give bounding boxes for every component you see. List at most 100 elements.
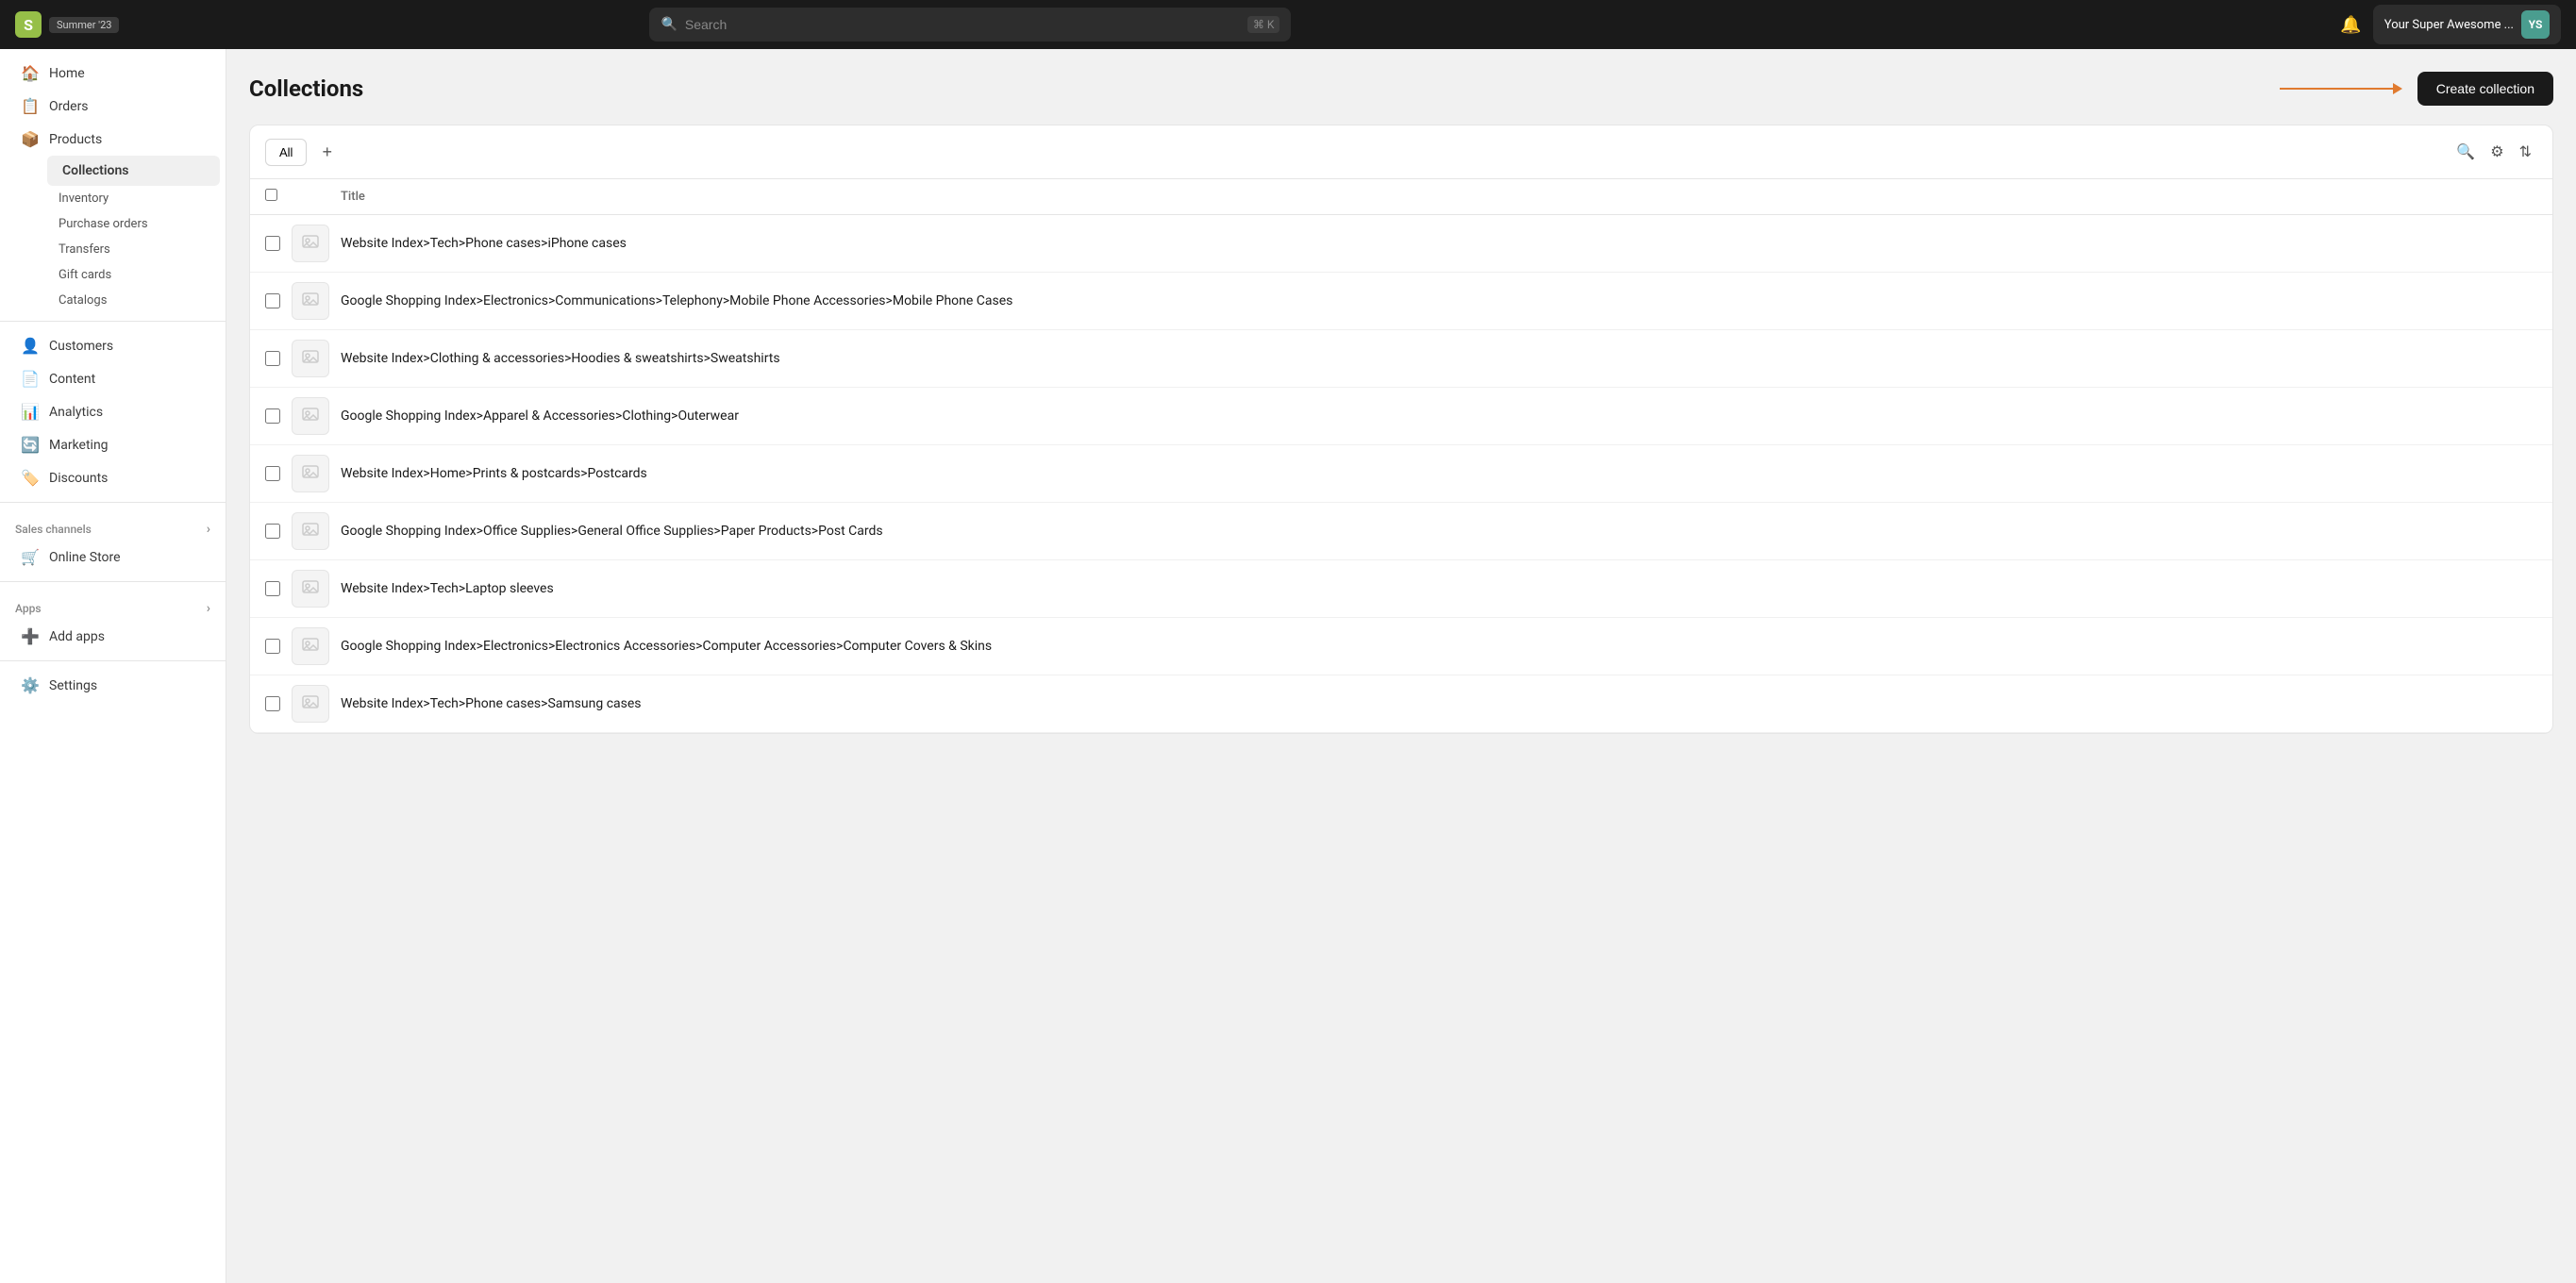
row-thumbnail — [292, 685, 329, 723]
row-checkbox-4[interactable] — [265, 408, 280, 424]
sidebar: 🏠 Home 📋 Orders 📦 Products Collections I… — [0, 49, 226, 1283]
row-title: Website Index>Tech>Phone cases>Samsung c… — [341, 696, 642, 711]
sidebar-item-customers[interactable]: 👤 Customers — [6, 329, 220, 362]
row-check-cell[interactable] — [265, 581, 292, 596]
filter-button[interactable]: ⚙ — [2484, 137, 2509, 167]
sidebar-item-label: Discounts — [49, 471, 108, 486]
row-check-cell[interactable] — [265, 351, 292, 366]
apps-section: Apps › — [0, 590, 226, 620]
sidebar-item-online-store[interactable]: 🛒 Online Store — [6, 541, 220, 574]
table-row[interactable]: Website Index>Tech>Phone cases>Samsung c… — [250, 675, 2552, 733]
table-row[interactable]: Google Shopping Index>Electronics>Commun… — [250, 273, 2552, 330]
shopify-logo-icon: S — [15, 11, 42, 38]
sidebar-item-catalogs[interactable]: Catalogs — [47, 288, 220, 313]
analytics-icon: 📊 — [21, 403, 40, 421]
search-filter-icon: 🔍 — [2456, 144, 2475, 160]
store-name: Your Super Awesome ... — [2384, 18, 2514, 32]
tab-add-button[interactable]: + — [314, 142, 340, 162]
store-selector[interactable]: Your Super Awesome ... YS — [2373, 5, 2561, 44]
divider-2 — [0, 502, 226, 503]
row-check-cell[interactable] — [265, 524, 292, 539]
table-row[interactable]: Google Shopping Index>Electronics>Electr… — [250, 618, 2552, 675]
shopify-logo: S Summer '23 — [15, 11, 119, 38]
sidebar-item-add-apps[interactable]: ➕ Add apps — [6, 620, 220, 653]
summer-badge: Summer '23 — [49, 17, 119, 33]
row-check-cell[interactable] — [265, 293, 292, 308]
collections-submenu-label: Collections — [62, 163, 128, 178]
expand-icon[interactable]: › — [207, 522, 210, 537]
table-row[interactable]: Google Shopping Index>Office Supplies>Ge… — [250, 503, 2552, 560]
row-title: Google Shopping Index>Electronics>Commun… — [341, 293, 1012, 308]
sidebar-item-transfers[interactable]: Transfers — [47, 237, 220, 262]
select-all-checkbox[interactable] — [265, 189, 277, 201]
row-checkbox-7[interactable] — [265, 581, 280, 596]
search-shortcut: ⌘ K — [1247, 16, 1280, 33]
add-apps-icon: ➕ — [21, 627, 40, 645]
row-checkbox-1[interactable] — [265, 236, 280, 251]
table-row[interactable]: Website Index>Tech>Laptop sleeves — [250, 560, 2552, 618]
sidebar-item-content[interactable]: 📄 Content — [6, 362, 220, 395]
row-checkbox-5[interactable] — [265, 466, 280, 481]
row-check-cell[interactable] — [265, 696, 292, 711]
table-header: Title — [250, 179, 2552, 215]
row-checkbox-2[interactable] — [265, 293, 280, 308]
search-filter-button[interactable]: 🔍 — [2451, 137, 2481, 167]
row-title: Google Shopping Index>Apparel & Accessor… — [341, 408, 739, 424]
home-icon: 🏠 — [21, 64, 40, 82]
sidebar-item-settings[interactable]: ⚙️ Settings — [6, 669, 220, 702]
table-row[interactable]: Website Index>Clothing & accessories>Hoo… — [250, 330, 2552, 388]
sidebar-item-label: Customers — [49, 339, 113, 354]
topbar: S Summer '23 🔍 ⌘ K 🔔 Your Super Awesome … — [0, 0, 2576, 49]
sort-icon: ⇅ — [2519, 144, 2532, 160]
search-icon: 🔍 — [661, 17, 677, 32]
bell-icon[interactable]: 🔔 — [2340, 15, 2361, 35]
sales-channels-label: Sales channels — [15, 523, 92, 536]
row-check-cell[interactable] — [265, 408, 292, 424]
row-thumbnail — [292, 455, 329, 492]
divider-4 — [0, 660, 226, 661]
sales-channels-section: Sales channels › — [0, 510, 226, 541]
arrow-head — [2393, 83, 2402, 94]
collections-list: Website Index>Tech>Phone cases>iPhone ca… — [250, 215, 2552, 733]
online-store-icon: 🛒 — [21, 548, 40, 566]
row-checkbox-9[interactable] — [265, 696, 280, 711]
search-input[interactable] — [685, 17, 1240, 32]
sidebar-item-orders[interactable]: 📋 Orders — [6, 90, 220, 123]
table-row[interactable]: Google Shopping Index>Apparel & Accessor… — [250, 388, 2552, 445]
arrow-annotation — [2280, 83, 2402, 94]
sidebar-item-gift-cards[interactable]: Gift cards — [47, 262, 220, 288]
customers-icon: 👤 — [21, 337, 40, 355]
products-icon: 📦 — [21, 130, 40, 148]
divider — [0, 321, 226, 322]
row-thumbnail — [292, 282, 329, 320]
sidebar-item-products[interactable]: 📦 Products — [6, 123, 220, 156]
main-content: Collections Create collection All + 🔍 — [226, 49, 2576, 757]
header-check-cell — [265, 189, 292, 205]
row-check-cell[interactable] — [265, 639, 292, 654]
sidebar-item-collections[interactable]: Collections — [47, 156, 220, 186]
sidebar-item-analytics[interactable]: 📊 Analytics — [6, 395, 220, 428]
arrow-line — [2280, 88, 2393, 90]
row-checkbox-8[interactable] — [265, 639, 280, 654]
row-thumbnail — [292, 225, 329, 262]
sidebar-item-label: Marketing — [49, 438, 109, 453]
sidebar-item-inventory[interactable]: Inventory — [47, 186, 220, 211]
sidebar-item-home[interactable]: 🏠 Home — [6, 57, 220, 90]
create-collection-button[interactable]: Create collection — [2417, 72, 2553, 106]
row-title: Google Shopping Index>Office Supplies>Ge… — [341, 524, 883, 539]
table-row[interactable]: Website Index>Tech>Phone cases>iPhone ca… — [250, 215, 2552, 273]
row-check-cell[interactable] — [265, 466, 292, 481]
sidebar-item-purchase-orders[interactable]: Purchase orders — [47, 211, 220, 237]
tab-all[interactable]: All — [265, 139, 307, 166]
row-check-cell[interactable] — [265, 236, 292, 251]
orders-icon: 📋 — [21, 97, 40, 115]
sort-button[interactable]: ⇅ — [2514, 137, 2537, 167]
sidebar-item-discounts[interactable]: 🏷️ Discounts — [6, 461, 220, 494]
row-checkbox-3[interactable] — [265, 351, 280, 366]
table-row[interactable]: Website Index>Home>Prints & postcards>Po… — [250, 445, 2552, 503]
sidebar-item-marketing[interactable]: 🔄 Marketing — [6, 428, 220, 461]
search-bar[interactable]: 🔍 ⌘ K — [649, 8, 1291, 42]
avatar: YS — [2521, 10, 2550, 39]
apps-expand-icon[interactable]: › — [207, 601, 210, 616]
row-checkbox-6[interactable] — [265, 524, 280, 539]
